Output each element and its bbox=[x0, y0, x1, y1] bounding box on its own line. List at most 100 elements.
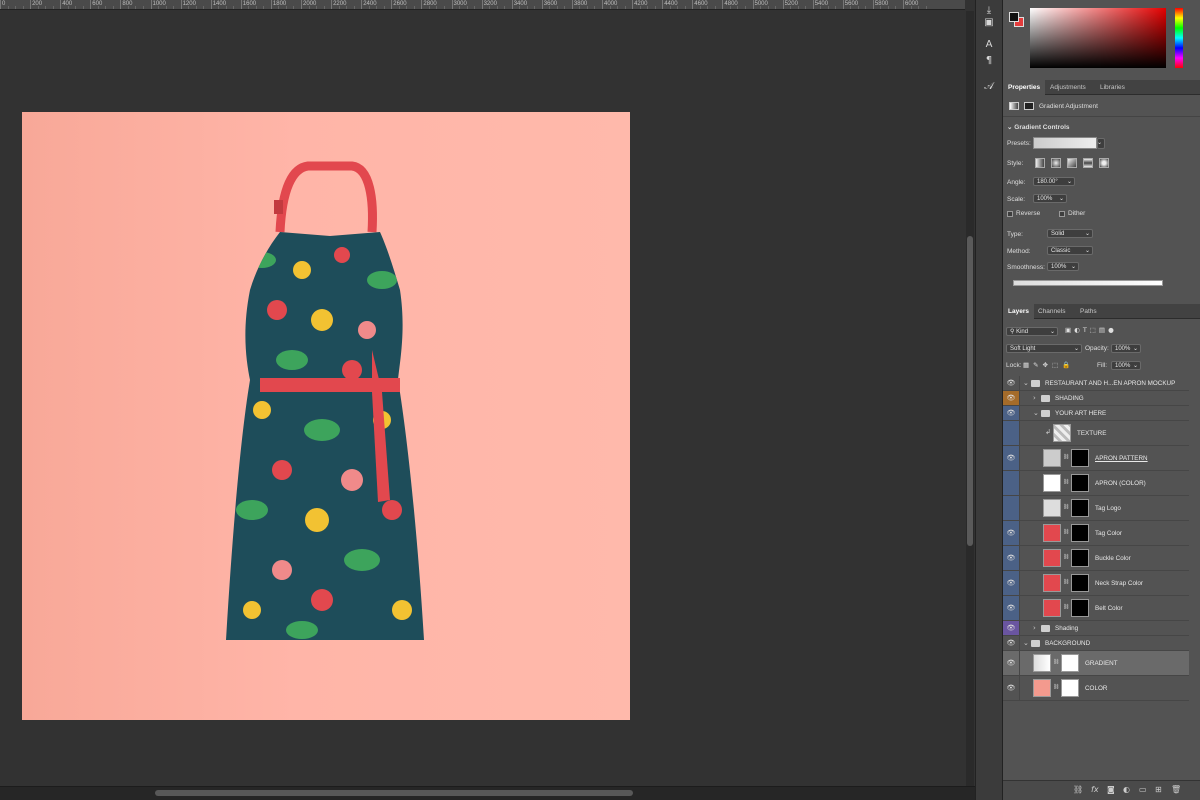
visibility-eye-icon[interactable]: 👁 bbox=[1003, 546, 1020, 570]
trash-icon[interactable]: 🗑 bbox=[1171, 785, 1181, 794]
layer-mask-thumbnail[interactable] bbox=[1061, 679, 1079, 697]
visibility-eye-icon[interactable]: 👁 bbox=[1003, 676, 1020, 700]
lock-icons[interactable]: ▦✎✥⬚🔒 bbox=[1023, 361, 1074, 369]
chevron-right-icon[interactable]: › bbox=[1033, 624, 1036, 632]
layer-row-apron-color[interactable]: ⛓ APRON (COLOR) bbox=[1003, 471, 1189, 496]
tab-adjustments[interactable]: Adjustments bbox=[1045, 80, 1091, 95]
mask-link-icon[interactable]: ⛓ bbox=[1053, 659, 1059, 665]
layer-mask-thumbnail[interactable] bbox=[1061, 654, 1079, 672]
mask-link-icon[interactable]: ⛓ bbox=[1063, 604, 1069, 610]
layer-row-belt-color[interactable]: 👁 ⛓ Belt Color bbox=[1003, 596, 1189, 621]
link-icon[interactable]: ⛓ bbox=[1073, 785, 1083, 794]
gradient-preview-bar[interactable] bbox=[1013, 280, 1163, 286]
style-diamond-button[interactable] bbox=[1099, 158, 1109, 168]
style-radial-button[interactable] bbox=[1051, 158, 1061, 168]
vertical-scroll-thumb[interactable] bbox=[967, 236, 973, 546]
gradient-controls-title[interactable]: ⌄ Gradient Controls bbox=[1007, 123, 1070, 131]
mask-link-icon[interactable]: ⛓ bbox=[1053, 684, 1059, 690]
chevron-right-icon[interactable]: › bbox=[1033, 394, 1036, 402]
mask-link-icon[interactable]: ⛓ bbox=[1063, 579, 1069, 585]
hue-slider[interactable] bbox=[1175, 8, 1183, 68]
chevron-down-icon[interactable]: ⌄ bbox=[1033, 409, 1039, 417]
opacity-input[interactable]: 100% ⌄ bbox=[1111, 344, 1141, 353]
horizontal-scrollbar[interactable] bbox=[0, 786, 975, 800]
layer-row-color[interactable]: 👁 ⛓ COLOR bbox=[1003, 676, 1189, 701]
tab-layers[interactable]: Layers bbox=[1003, 304, 1034, 319]
style-reflected-button[interactable] bbox=[1083, 158, 1093, 168]
layer-filter-kind[interactable]: ⚲ Kind ⌄ bbox=[1006, 327, 1058, 336]
dither-checkbox[interactable] bbox=[1059, 211, 1065, 217]
layer-row-tag-logo[interactable]: ⛓ Tag Logo bbox=[1003, 496, 1189, 521]
visibility-eye-icon[interactable]: 👁 bbox=[1003, 391, 1020, 405]
color-picker-field[interactable] bbox=[1030, 8, 1166, 68]
layer-row-gradient[interactable]: 👁 ⛓ GRADIENT bbox=[1003, 651, 1189, 676]
layer-row-background[interactable]: 👁 ⌄ BACKGROUND bbox=[1003, 636, 1189, 651]
layer-row-tag-color[interactable]: 👁 ⛓ Tag Color bbox=[1003, 521, 1189, 546]
visibility-eye-icon[interactable]: 👁 bbox=[1003, 636, 1020, 650]
layer-mask-thumbnail[interactable] bbox=[1071, 574, 1089, 592]
blend-mode-dropdown[interactable]: Soft Light ⌄ bbox=[1006, 344, 1082, 353]
visibility-eye-icon[interactable] bbox=[1003, 496, 1020, 520]
layer-row-texture[interactable]: ↲ TEXTURE bbox=[1003, 421, 1189, 446]
angle-input[interactable]: 180.00° ⌄ bbox=[1033, 177, 1075, 186]
tab-libraries[interactable]: Libraries bbox=[1095, 80, 1130, 95]
group-icon[interactable]: ▭ bbox=[1139, 785, 1147, 794]
style-angle-button[interactable] bbox=[1067, 158, 1077, 168]
mask-icon[interactable]: ◙ bbox=[1107, 785, 1115, 794]
visibility-eye-icon[interactable]: 👁 bbox=[1003, 521, 1020, 545]
scale-input[interactable]: 100% ⌄ bbox=[1033, 194, 1067, 203]
layer-filter-icons[interactable]: ▣◐T⬚▤● bbox=[1065, 326, 1117, 334]
layer-mask-thumbnail[interactable] bbox=[1071, 599, 1089, 617]
layer-row-apron-pattern[interactable]: 👁 ⛓ APRON PATTERN bbox=[1003, 446, 1189, 471]
layer-mask-thumbnail[interactable] bbox=[1071, 499, 1089, 517]
foreground-color-swatch[interactable] bbox=[1009, 12, 1019, 22]
layer-mask-thumbnail[interactable] bbox=[1071, 549, 1089, 567]
presets-gradient-swatch[interactable] bbox=[1033, 137, 1097, 149]
method-dropdown[interactable]: Classic ⌄ bbox=[1047, 246, 1093, 255]
horizontal-scroll-thumb[interactable] bbox=[155, 790, 633, 796]
mask-link-icon[interactable]: ⛓ bbox=[1063, 529, 1069, 535]
visibility-eye-icon[interactable] bbox=[1003, 471, 1020, 495]
chevron-down-icon[interactable]: ⌄ bbox=[1023, 639, 1029, 647]
visibility-eye-icon[interactable]: 👁 bbox=[1003, 376, 1020, 390]
presets-dropdown[interactable]: ⌄ bbox=[1097, 138, 1105, 149]
fill-input[interactable]: 100% ⌄ bbox=[1111, 361, 1141, 370]
tab-channels[interactable]: Channels bbox=[1033, 304, 1070, 319]
layer-mask-thumbnail[interactable] bbox=[1071, 524, 1089, 542]
visibility-eye-icon[interactable] bbox=[1003, 421, 1020, 445]
visibility-eye-icon[interactable]: 👁 bbox=[1003, 621, 1020, 635]
tab-properties[interactable]: Properties bbox=[1003, 80, 1046, 95]
layer-row-shading[interactable]: 👁 › Shading bbox=[1003, 621, 1189, 636]
mask-link-icon[interactable]: ⛓ bbox=[1063, 504, 1069, 510]
mask-link-icon[interactable]: ⛓ bbox=[1063, 454, 1069, 460]
vertical-scrollbar[interactable] bbox=[966, 11, 974, 786]
type-dropdown[interactable]: Solid ⌄ bbox=[1047, 229, 1093, 238]
comment-icon[interactable]: ▣ bbox=[982, 16, 996, 30]
artboard[interactable] bbox=[22, 112, 630, 720]
visibility-eye-icon[interactable]: 👁 bbox=[1003, 446, 1020, 470]
glyphs-icon[interactable]: 𝒜 bbox=[982, 80, 996, 94]
adjustment-icon[interactable]: ◐ bbox=[1123, 785, 1130, 794]
mask-link-icon[interactable]: ⛓ bbox=[1063, 479, 1069, 485]
tab-paths[interactable]: Paths bbox=[1075, 304, 1102, 319]
new-layer-icon[interactable]: ⊞ bbox=[1155, 785, 1162, 794]
layer-mask-icon[interactable] bbox=[1024, 102, 1034, 110]
layer-row-neck-strap-color[interactable]: 👁 ⛓ Neck Strap Color bbox=[1003, 571, 1189, 596]
canvas-area[interactable] bbox=[0, 11, 965, 786]
mask-link-icon[interactable]: ⛓ bbox=[1063, 554, 1069, 560]
horizontal-ruler[interactable]: 0 200 400 600 800 1000 1200 1400 1600 1800 2000 220… bbox=[0, 0, 965, 10]
reverse-checkbox[interactable] bbox=[1007, 211, 1013, 217]
character-icon[interactable]: A bbox=[982, 38, 996, 52]
layer-row-your-art-here[interactable]: 👁 ⌄ YOUR ART HERE bbox=[1003, 406, 1189, 421]
layer-row-restaurant-and-h-en-apron-mockup[interactable]: 👁 ⌄ RESTAURANT AND H...EN APRON MOCKUP bbox=[1003, 376, 1189, 391]
visibility-eye-icon[interactable]: 👁 bbox=[1003, 596, 1020, 620]
style-linear-button[interactable] bbox=[1035, 158, 1045, 168]
layer-row-shading[interactable]: 👁 › SHADING bbox=[1003, 391, 1189, 406]
smoothness-input[interactable]: 100% ⌄ bbox=[1047, 262, 1079, 271]
layer-mask-thumbnail[interactable] bbox=[1071, 449, 1089, 467]
chevron-down-icon[interactable]: ⌄ bbox=[1023, 379, 1029, 387]
layer-row-buckle-color[interactable]: 👁 ⛓ Buckle Color bbox=[1003, 546, 1189, 571]
layer-mask-thumbnail[interactable] bbox=[1071, 474, 1089, 492]
visibility-eye-icon[interactable]: 👁 bbox=[1003, 571, 1020, 595]
visibility-eye-icon[interactable]: 👁 bbox=[1003, 651, 1020, 675]
